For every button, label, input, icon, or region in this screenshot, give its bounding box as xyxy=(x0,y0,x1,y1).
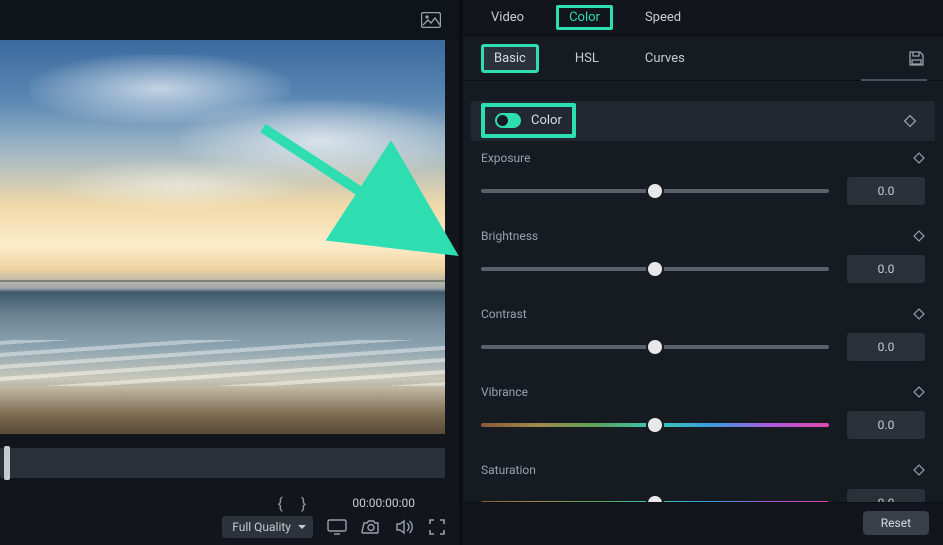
subtab-curves[interactable]: Curves xyxy=(635,47,695,70)
slider-brightness: Brightness 0.0 xyxy=(481,229,925,283)
subtab-basic[interactable]: Basic xyxy=(481,44,539,73)
keyframe-icon[interactable] xyxy=(903,114,917,128)
slider-label: Exposure xyxy=(481,151,530,165)
slider-thumb[interactable] xyxy=(648,496,662,502)
panel-footer: Reset xyxy=(463,502,943,545)
slider-value[interactable]: 0.0 xyxy=(847,489,925,502)
video-preview[interactable] xyxy=(0,40,445,434)
section-color-highlight: Color xyxy=(481,103,576,138)
sliders-area: Exposure 0.0 Brightness 0.0 xyxy=(463,141,943,502)
slider-thumb[interactable] xyxy=(648,262,662,276)
preview-controls-2: Full Quality xyxy=(0,510,459,544)
keyframe-icon[interactable] xyxy=(913,464,925,476)
save-preset-icon[interactable] xyxy=(908,50,925,67)
slider-label: Vibrance xyxy=(481,385,528,399)
top-tabs: Video Color Speed xyxy=(463,0,943,36)
slider-label: Contrast xyxy=(481,307,527,321)
slider-label: Brightness xyxy=(481,229,538,243)
sub-tabs: Basic HSL Curves xyxy=(463,36,943,80)
slider-contrast: Contrast 0.0 xyxy=(481,307,925,361)
slider-thumb[interactable] xyxy=(648,184,662,198)
foam-shape xyxy=(0,340,445,386)
image-icon[interactable] xyxy=(421,12,441,28)
slider-value[interactable]: 0.0 xyxy=(847,333,925,361)
inspector-panel: Video Color Speed Basic HSL Curves Color xyxy=(459,0,943,545)
slider-saturation: Saturation 0.0 xyxy=(481,463,925,502)
horizon-line xyxy=(0,280,445,282)
tab-color[interactable]: Color xyxy=(556,5,613,30)
color-toggle[interactable] xyxy=(495,113,521,128)
volume-icon[interactable] xyxy=(395,519,415,535)
slider-thumb[interactable] xyxy=(648,418,662,432)
slider-value[interactable]: 0.0 xyxy=(847,255,925,283)
section-color-header: Color xyxy=(471,101,935,141)
preview-wrap xyxy=(0,40,459,434)
tab-speed[interactable]: Speed xyxy=(635,6,691,29)
reset-button[interactable]: Reset xyxy=(863,511,929,535)
slider-vibrance: Vibrance 0.0 xyxy=(481,385,925,439)
timecode: 00:00:00:00 xyxy=(352,496,415,510)
slider-track[interactable] xyxy=(481,267,829,271)
slider-thumb[interactable] xyxy=(648,340,662,354)
preview-topbar xyxy=(0,0,459,40)
app-root: {} 00:00:00:00 Full Quality Video Color … xyxy=(0,0,943,545)
keyframe-icon[interactable] xyxy=(913,152,925,164)
keyframe-icon[interactable] xyxy=(913,308,925,320)
section-title: Color xyxy=(531,113,562,128)
display-icon[interactable] xyxy=(327,519,347,535)
slider-label: Saturation xyxy=(481,463,536,477)
slider-value[interactable]: 0.0 xyxy=(847,411,925,439)
slider-track[interactable] xyxy=(481,501,829,502)
subtab-hsl[interactable]: HSL xyxy=(565,47,609,70)
slider-exposure: Exposure 0.0 xyxy=(481,151,925,205)
preview-pane: {} 00:00:00:00 Full Quality xyxy=(0,0,459,545)
slider-track[interactable] xyxy=(481,189,829,193)
keyframe-icon[interactable] xyxy=(913,386,925,398)
timeline-scrubber[interactable] xyxy=(0,448,445,478)
keyframe-icon[interactable] xyxy=(913,230,925,242)
slider-track[interactable] xyxy=(481,345,829,349)
subtab-underline xyxy=(861,79,927,81)
slider-track[interactable] xyxy=(481,423,829,427)
tab-video[interactable]: Video xyxy=(481,6,534,29)
quality-dropdown[interactable]: Full Quality xyxy=(222,516,313,538)
slider-value[interactable]: 0.0 xyxy=(847,177,925,205)
camera-icon[interactable] xyxy=(361,519,381,535)
fullscreen-icon[interactable] xyxy=(429,519,445,535)
cloud-shape xyxy=(60,160,300,210)
